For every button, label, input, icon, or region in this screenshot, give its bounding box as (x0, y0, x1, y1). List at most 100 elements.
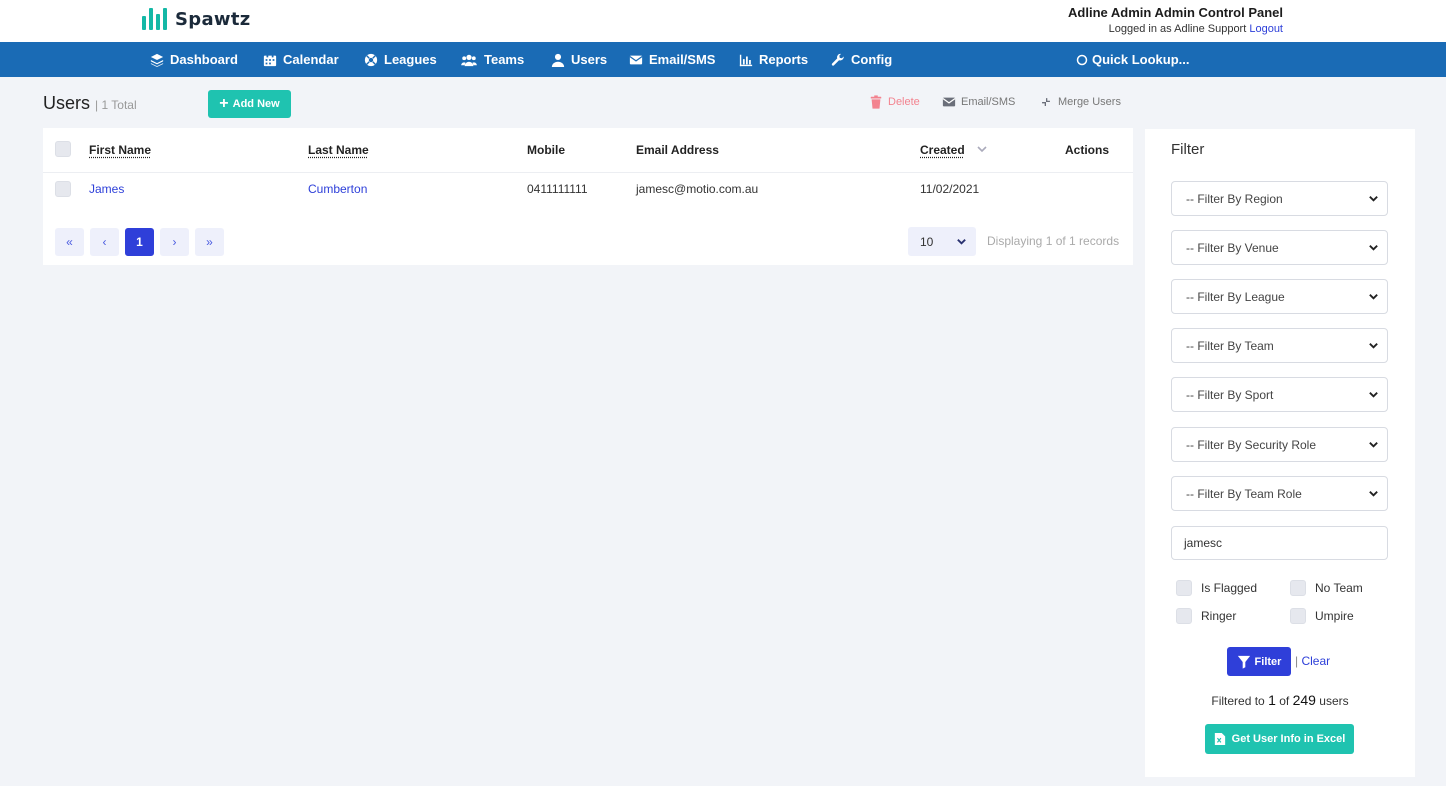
cell-email: jamesc@motio.com.au (636, 182, 759, 196)
users-table-card: First Name Last Name Mobile Email Addres… (43, 128, 1133, 265)
filter-button[interactable]: Filter (1227, 647, 1291, 676)
pager-page-1[interactable]: 1 (125, 228, 154, 256)
top-header: Spawtz Adline Admin Admin Control Panel … (0, 0, 1446, 42)
no-team-checkbox[interactable]: No Team (1290, 580, 1363, 596)
chevron-down-icon (1369, 196, 1378, 202)
logged-in-label: Logged in as Adline Support (1108, 23, 1247, 35)
pager-first-button[interactable]: « (55, 228, 84, 256)
logo[interactable]: Spawtz (142, 8, 251, 30)
account-info: Adline Admin Admin Control Panel Logged … (1068, 5, 1283, 35)
search-icon (1076, 54, 1088, 65)
nav-item-calendar[interactable]: Calendar (263, 42, 339, 77)
panel-title: Adline Admin Admin Control Panel (1068, 5, 1283, 20)
is-flagged-checkbox[interactable]: Is Flagged (1176, 580, 1257, 596)
nav-item-leagues[interactable]: Leagues (364, 42, 437, 77)
nav-item-email-sms[interactable]: Email/SMS (629, 42, 715, 77)
delete-label: Delete (888, 96, 920, 108)
funnel-icon (1237, 655, 1250, 669)
email-sms-button[interactable]: Email/SMS (942, 95, 1015, 109)
nav-label: Config (851, 52, 893, 67)
nav-label: Dashboard (170, 52, 238, 67)
clear-link[interactable]: | Clear (1295, 654, 1330, 668)
cell-mobile: 0411111111 (527, 182, 588, 196)
nav-label: Teams (484, 52, 525, 67)
nav-label: Calendar (283, 52, 339, 67)
header-divider (43, 172, 1133, 173)
row-checkbox[interactable] (55, 181, 71, 197)
nav-item-dashboard[interactable]: Dashboard (150, 42, 238, 77)
logo-bars-icon (142, 8, 167, 30)
page-size-select[interactable]: 10 (908, 227, 976, 256)
cell-first-name[interactable]: James (89, 182, 124, 196)
filter-panel: Filter -- Filter By Region -- Filter By … (1145, 129, 1415, 777)
column-header-first-name[interactable]: First Name (89, 143, 151, 157)
checkbox-label: Umpire (1315, 609, 1354, 623)
ringer-checkbox[interactable]: Ringer (1176, 608, 1236, 624)
filter-team-select[interactable]: -- Filter By Team (1171, 328, 1388, 363)
bar-chart-icon (739, 54, 753, 66)
filter-region-select[interactable]: -- Filter By Region (1171, 181, 1388, 216)
filter-league-select[interactable]: -- Filter By League (1171, 279, 1388, 314)
filter-title: Filter (1171, 141, 1205, 158)
checkbox-label: No Team (1315, 581, 1363, 595)
checkbox[interactable] (1176, 580, 1192, 596)
calendar-icon (263, 53, 277, 66)
logout-link[interactable]: Logout (1249, 23, 1283, 35)
filtered-suffix: users (1319, 694, 1349, 708)
checkbox[interactable] (1176, 608, 1192, 624)
chevron-down-icon[interactable] (976, 143, 988, 155)
nav-item-teams[interactable]: Teams (460, 42, 524, 77)
merge-users-button[interactable]: Merge Users (1039, 95, 1121, 109)
select-all-checkbox[interactable] (55, 141, 71, 157)
pager-prev-button[interactable]: ‹ (90, 228, 119, 256)
chevron-down-icon (957, 239, 966, 245)
pager-last-button[interactable]: » (195, 228, 224, 256)
search-input[interactable]: jamesc (1171, 526, 1388, 560)
page-title: Users | 1 Total (43, 93, 137, 114)
select-value: -- Filter By Team (1186, 338, 1274, 353)
select-value: -- Filter By Region (1186, 191, 1283, 206)
chevron-down-icon (1369, 343, 1378, 349)
select-value: -- Filter By Sport (1186, 387, 1274, 402)
envelope-icon (942, 97, 956, 107)
pager-next-button[interactable]: › (160, 228, 189, 256)
ball-icon (364, 53, 378, 66)
plus-icon: + (219, 95, 229, 112)
delete-button[interactable]: Delete (869, 95, 920, 109)
cell-last-name[interactable]: Cumberton (308, 182, 367, 196)
chevron-down-icon (1369, 245, 1378, 251)
email-sms-label: Email/SMS (961, 96, 1016, 108)
column-header-last-name[interactable]: Last Name (308, 143, 369, 157)
nav-item-users[interactable]: Users (551, 42, 607, 77)
filter-security-role-select[interactable]: -- Filter By Security Role (1171, 427, 1388, 462)
chevron-down-icon (1369, 442, 1378, 448)
layers-icon (150, 53, 164, 67)
filtered-total: 249 (1292, 692, 1316, 708)
excel-export-button[interactable]: Get User Info in Excel (1205, 724, 1354, 754)
nav-label: Email/SMS (649, 52, 716, 67)
filter-team-role-select[interactable]: -- Filter By Team Role (1171, 476, 1388, 511)
users-group-icon (461, 54, 477, 66)
add-new-button[interactable]: + Add New (208, 90, 291, 118)
logged-in-text: Logged in as Adline Support Logout (1068, 23, 1283, 35)
filter-venue-select[interactable]: -- Filter By Venue (1171, 230, 1388, 265)
chevron-down-icon (1369, 294, 1378, 300)
excel-button-label: Get User Info in Excel (1231, 733, 1346, 745)
column-header-created[interactable]: Created (920, 143, 965, 157)
cell-created: 11/02/2021 (920, 182, 980, 196)
nav-item-reports[interactable]: Reports (739, 42, 808, 77)
nav-label: Leagues (384, 52, 437, 67)
quick-lookup[interactable]: Quick Lookup... (1076, 42, 1190, 77)
column-header-mobile: Mobile (527, 143, 565, 157)
umpire-checkbox[interactable]: Umpire (1290, 608, 1354, 624)
excel-file-icon (1214, 733, 1225, 745)
checkbox-label: Is Flagged (1201, 581, 1258, 595)
nav-item-config[interactable]: Config (831, 42, 892, 77)
main-nav: Dashboard Calendar Leagues Teams Users E… (0, 42, 1446, 77)
checkbox[interactable] (1290, 580, 1306, 596)
select-value: -- Filter By Team Role (1186, 486, 1302, 501)
logo-text: Spawtz (175, 8, 251, 30)
filtered-count: 1 (1268, 692, 1276, 708)
checkbox[interactable] (1290, 608, 1306, 624)
filter-sport-select[interactable]: -- Filter By Sport (1171, 377, 1388, 412)
